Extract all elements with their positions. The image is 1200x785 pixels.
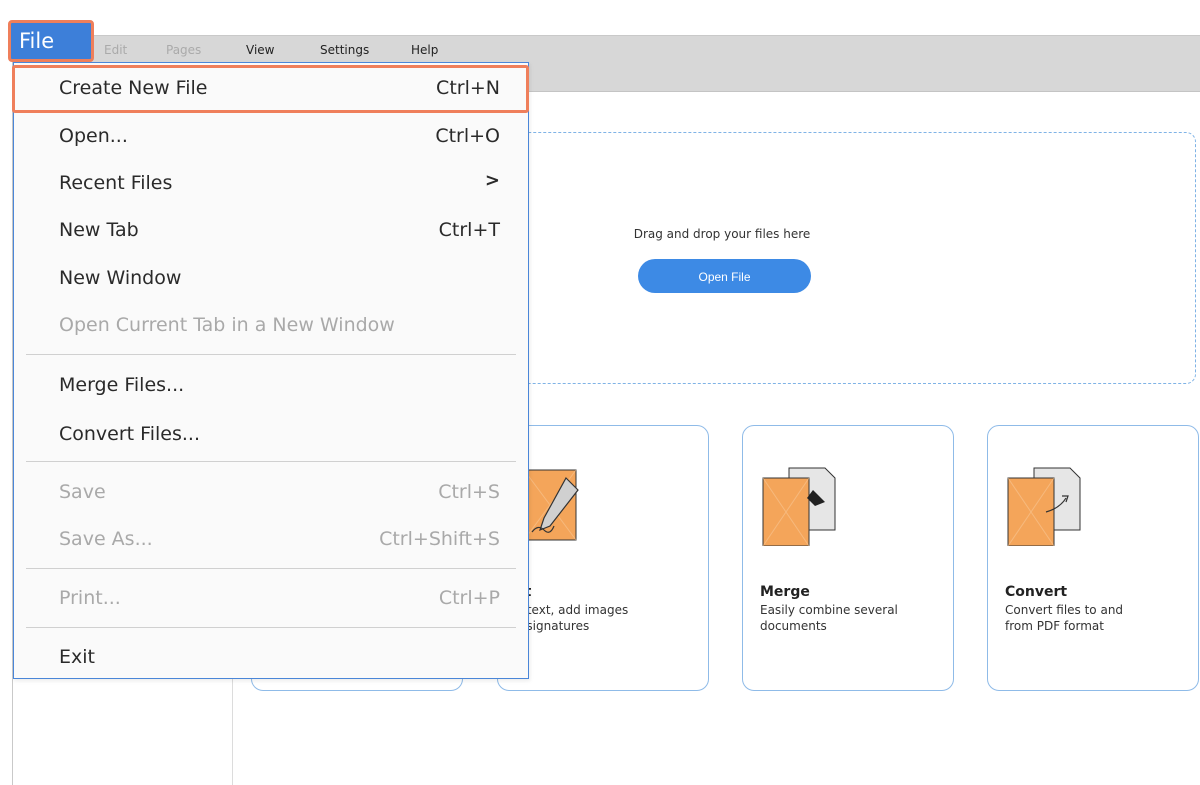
merge-documents-icon	[761, 466, 841, 550]
menu-item-label: Print...	[59, 587, 121, 609]
menu-item-label: Open...	[59, 125, 128, 147]
menu-view[interactable]: View	[246, 43, 274, 57]
menu-item-recent-files[interactable]: Recent Files >	[14, 163, 528, 203]
menu-settings[interactable]: Settings	[320, 43, 369, 57]
card-description: Easily combine several documents	[760, 602, 945, 634]
menu-item-save[interactable]: Save Ctrl+S	[14, 472, 528, 512]
menu-item-label: Recent Files	[59, 172, 173, 194]
menu-item-label: Open Current Tab in a New Window	[59, 314, 395, 336]
menu-separator	[26, 568, 516, 569]
card-description: Convert files to and from PDF format	[1005, 602, 1190, 634]
menu-item-label: Convert Files...	[59, 423, 200, 445]
card-description: it text, add images d signatures	[515, 602, 700, 634]
menu-item-new-tab[interactable]: New Tab Ctrl+T	[14, 210, 528, 250]
menu-help[interactable]: Help	[411, 43, 438, 57]
menu-separator	[26, 627, 516, 628]
card-desc-line: d signatures	[515, 619, 590, 633]
menu-item-label: Merge Files...	[59, 374, 185, 396]
menu-item-label: New Window	[59, 267, 182, 289]
menu-item-label: Save As...	[59, 528, 153, 550]
file-menu-button[interactable]: File	[8, 20, 94, 62]
open-file-button[interactable]: Open File	[638, 259, 811, 293]
menu-item-label: Exit	[59, 646, 95, 668]
file-dropdown-menu: Create New File Ctrl+N Open... Ctrl+O Re…	[12, 62, 529, 679]
card-convert[interactable]: Convert Convert files to and from PDF fo…	[987, 425, 1199, 691]
menu-item-shortcut: Ctrl+Shift+S	[379, 528, 500, 550]
menu-item-exit[interactable]: Exit	[14, 637, 528, 677]
menu-item-label: New Tab	[59, 219, 139, 241]
card-title: Merge	[760, 584, 810, 600]
menu-separator	[26, 354, 516, 355]
chevron-right-icon: >	[484, 170, 500, 191]
menu-item-open-current-tab-new-window[interactable]: Open Current Tab in a New Window	[14, 305, 528, 345]
menu-item-shortcut: Ctrl+T	[438, 219, 500, 241]
card-desc-line: Easily combine several	[760, 603, 898, 617]
card-desc-line: Convert files to and	[1005, 603, 1124, 617]
card-desc-line: it text, add images	[515, 603, 629, 617]
menu-item-label: Save	[59, 481, 106, 503]
create-new-file-highlight	[12, 65, 529, 113]
menu-item-convert-files[interactable]: Convert Files...	[14, 414, 528, 454]
convert-documents-icon	[1006, 466, 1086, 550]
menu-edit[interactable]: Edit	[104, 43, 127, 57]
menu-item-shortcut: Ctrl+P	[438, 587, 500, 609]
menu-item-shortcut: Ctrl+S	[438, 481, 500, 503]
menu-item-print[interactable]: Print... Ctrl+P	[14, 578, 528, 618]
menu-separator	[26, 461, 516, 462]
card-merge[interactable]: Merge Easily combine several documents	[742, 425, 954, 691]
menu-item-save-as[interactable]: Save As... Ctrl+Shift+S	[14, 519, 528, 559]
card-desc-line: from PDF format	[1005, 619, 1104, 633]
menu-item-shortcut: Ctrl+O	[435, 125, 500, 147]
menu-pages[interactable]: Pages	[166, 43, 201, 57]
card-desc-line: documents	[760, 619, 827, 633]
menu-item-open[interactable]: Open... Ctrl+O	[14, 116, 528, 156]
card-title: Convert	[1005, 584, 1068, 600]
menu-item-merge-files[interactable]: Merge Files...	[14, 365, 528, 405]
menu-item-new-window[interactable]: New Window	[14, 258, 528, 298]
